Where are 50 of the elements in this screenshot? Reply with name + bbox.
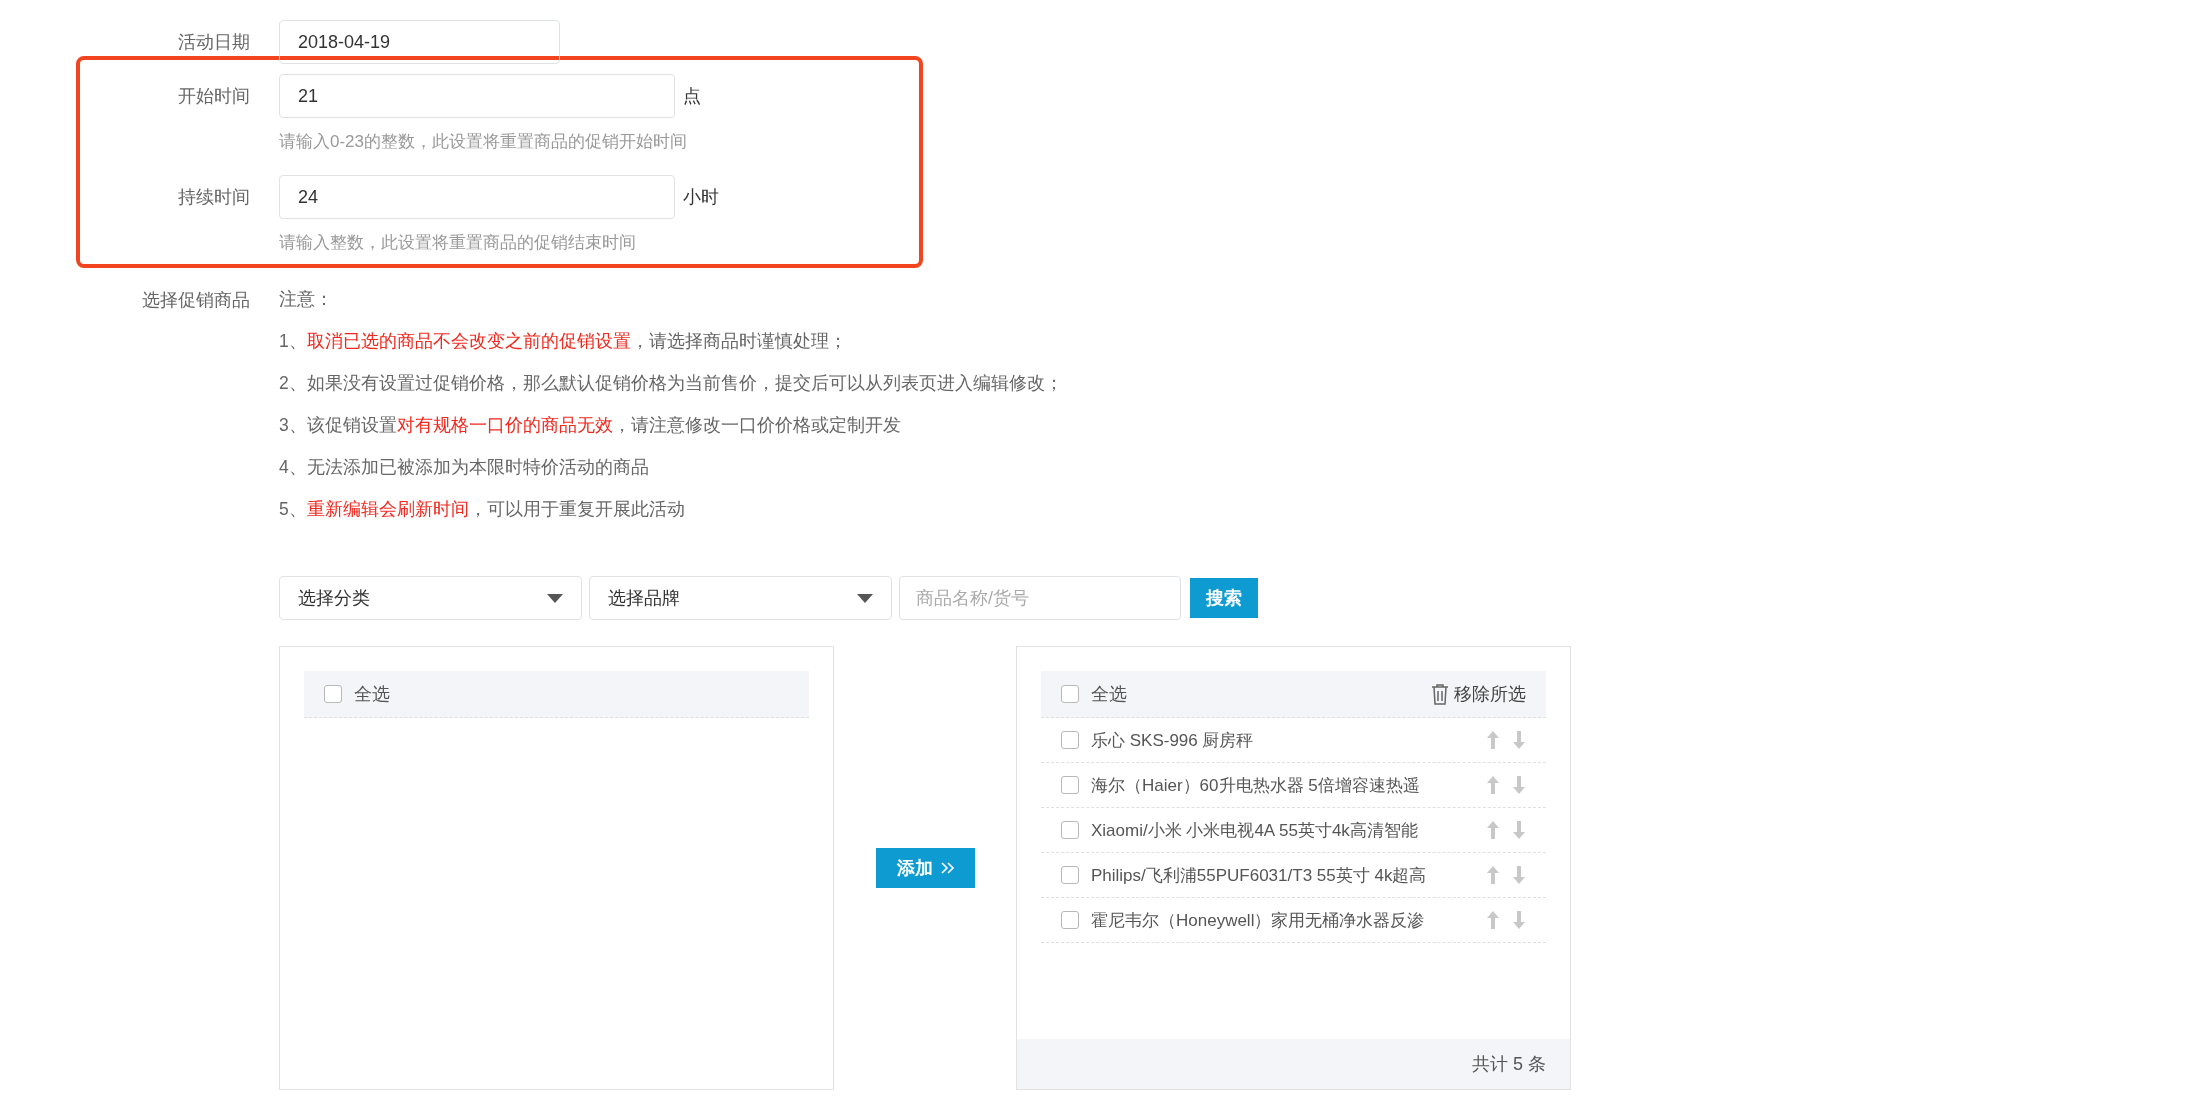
note-line: 3、该促销设置对有规格一口价的商品无效，请注意修改一口价价格或定制开发 bbox=[279, 414, 902, 436]
checkbox[interactable] bbox=[1061, 866, 1079, 884]
checkbox[interactable] bbox=[1061, 776, 1079, 794]
note-line: 4、无法添加已被添加为本限时特价活动的商品 bbox=[279, 456, 650, 478]
product-name: Xiaomi/小米 小米电视4A 55英寸4k高清智能 bbox=[1091, 819, 1419, 842]
down-arrow-icon[interactable] bbox=[1512, 775, 1526, 795]
field-label: 开始时间 bbox=[177, 85, 250, 108]
hint-text: 请输入整数，此设置将重置商品的促销结束时间 bbox=[279, 232, 637, 254]
input-field[interactable]: 21 bbox=[279, 74, 675, 118]
remove-selected-button[interactable]: 移除所选 bbox=[1430, 682, 1526, 706]
product-name: 海尔（Haier）60升电热水器 5倍增容速热遥 bbox=[1091, 774, 1421, 797]
unit-label: 点 bbox=[683, 85, 701, 108]
up-arrow-icon[interactable] bbox=[1486, 865, 1500, 885]
up-arrow-icon[interactable] bbox=[1486, 820, 1500, 840]
caret-icon bbox=[547, 593, 563, 603]
checkbox[interactable] bbox=[324, 685, 342, 703]
note-line: 2、如果没有设置过促销价格，那么默认促销价格为当前售价，提交后可以从列表页进入编辑修改； bbox=[279, 372, 1064, 394]
product-name: 霍尼韦尔（Honeywell）家用无桶净水器反渗 bbox=[1091, 909, 1426, 932]
search-field[interactable]: 商品名称/货号 bbox=[899, 576, 1181, 620]
select-all-label[interactable]: 全选 bbox=[354, 682, 390, 706]
checkbox[interactable] bbox=[1061, 685, 1079, 703]
field-label: 选择促销商品 bbox=[141, 289, 250, 312]
field-label: 活动日期 bbox=[177, 31, 250, 54]
down-arrow-icon[interactable] bbox=[1512, 820, 1526, 840]
checkbox[interactable] bbox=[1061, 821, 1079, 839]
up-arrow-icon[interactable] bbox=[1486, 910, 1500, 930]
select-all-label[interactable]: 全选 bbox=[1091, 682, 1127, 706]
up-arrow-icon[interactable] bbox=[1486, 730, 1500, 750]
down-arrow-icon[interactable] bbox=[1512, 865, 1526, 885]
down-arrow-icon[interactable] bbox=[1512, 730, 1526, 750]
up-arrow-icon[interactable] bbox=[1486, 775, 1500, 795]
hint-text: 请输入0-23的整数，此设置将重置商品的促销开始时间 bbox=[279, 131, 689, 153]
unit-label: 小时 bbox=[683, 186, 719, 209]
double-chevron-icon bbox=[940, 862, 955, 874]
total-count: 共计 5 条 bbox=[1472, 1053, 1546, 1076]
checkbox[interactable] bbox=[1061, 911, 1079, 929]
note-line: 1、取消已选的商品不会改变之前的促销设置，请选择商品时谨慎处理； bbox=[279, 330, 848, 352]
note-line: 5、重新编辑会刷新时间，可以用于重复开展此活动 bbox=[279, 498, 686, 520]
notes-title: 注意： bbox=[279, 288, 334, 310]
input-field[interactable]: 24 bbox=[279, 175, 675, 219]
trash-icon bbox=[1430, 683, 1450, 705]
input-field[interactable]: 2018-04-19 bbox=[279, 20, 560, 64]
checkbox[interactable] bbox=[1061, 731, 1079, 749]
down-arrow-icon[interactable] bbox=[1512, 910, 1526, 930]
caret-icon bbox=[857, 593, 873, 603]
product-name: Philips/飞利浦55PUF6031/T3 55英寸 4k超高 bbox=[1091, 864, 1428, 887]
brand-select[interactable]: 选择品牌 bbox=[589, 576, 892, 620]
product-name: 乐心 SKS-996 厨房秤 bbox=[1091, 729, 1255, 752]
category-select[interactable]: 选择分类 bbox=[279, 576, 582, 620]
field-label: 持续时间 bbox=[177, 186, 250, 209]
